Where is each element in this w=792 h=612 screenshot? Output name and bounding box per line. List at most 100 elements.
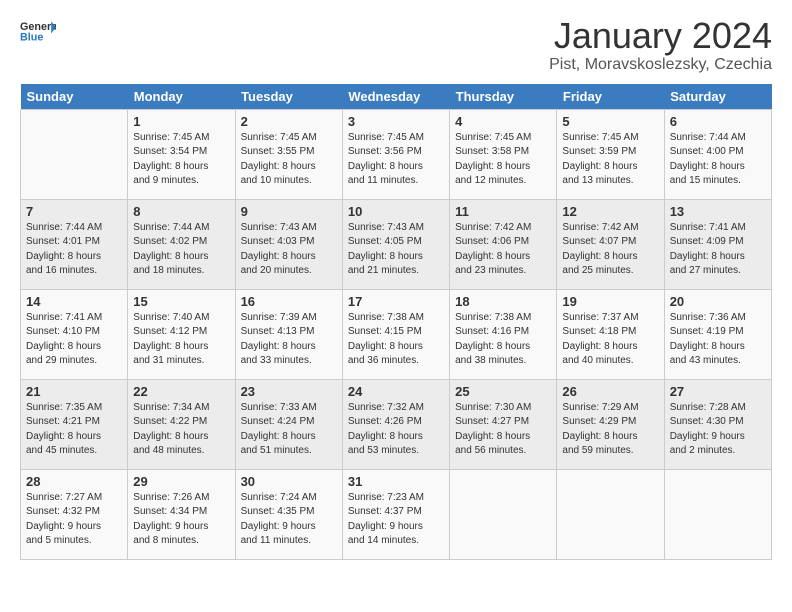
week-row-2: 7 Sunrise: 7:44 AMSunset: 4:01 PMDaylight… <box>21 199 772 289</box>
calendar-cell: 26Sunrise: 7:29 AMSunset: 4:29 PMDayligh… <box>557 379 664 469</box>
day-info: Sunrise: 7:33 AMSunset: 4:24 PMDaylight:… <box>241 401 337 459</box>
week-row-5: 28 Sunrise: 7:27 AMSunset: 4:32 PMDayligh… <box>21 469 772 559</box>
header-friday: Friday <box>557 84 664 110</box>
day-info: Sunrise: 7:23 AMSunset: 4:37 PMDaylight:… <box>348 491 444 549</box>
day-info: Sunrise: 7:44 AMSunset: 4:02 PMDaylight:… <box>133 221 229 279</box>
month-title: January 2024 <box>549 16 772 56</box>
day-info: Sunrise: 7:34 AMSunset: 4:22 PMDaylight:… <box>133 401 229 459</box>
calendar-cell: 3 Sunrise: 7:45 AMSunset: 3:56 PMDaylight… <box>342 109 449 199</box>
week-row-4: 21 Sunrise: 7:35 AMSunset: 4:21 PMDayligh… <box>21 379 772 469</box>
header-thursday: Thursday <box>450 84 557 110</box>
calendar-cell: 24Sunrise: 7:32 AMSunset: 4:26 PMDayligh… <box>342 379 449 469</box>
day-info: Sunrise: 7:36 AMSunset: 4:19 PMDaylight:… <box>670 311 766 369</box>
day-number: 22 <box>133 384 229 399</box>
svg-text:General: General <box>20 21 56 33</box>
calendar-cell: 23Sunrise: 7:33 AMSunset: 4:24 PMDayligh… <box>235 379 342 469</box>
calendar-cell: 6 Sunrise: 7:44 AMSunset: 4:00 PMDaylight… <box>664 109 771 199</box>
day-number: 2 <box>241 114 337 129</box>
header-wednesday: Wednesday <box>342 84 449 110</box>
calendar-cell: 27Sunrise: 7:28 AMSunset: 4:30 PMDayligh… <box>664 379 771 469</box>
day-number: 17 <box>348 294 444 309</box>
day-number: 10 <box>348 204 444 219</box>
day-info: Sunrise: 7:30 AMSunset: 4:27 PMDaylight:… <box>455 401 551 459</box>
day-info: Sunrise: 7:26 AMSunset: 4:34 PMDaylight:… <box>133 491 229 549</box>
calendar-cell: 4 Sunrise: 7:45 AMSunset: 3:58 PMDaylight… <box>450 109 557 199</box>
day-info: Sunrise: 7:42 AMSunset: 4:06 PMDaylight:… <box>455 221 551 279</box>
day-number: 3 <box>348 114 444 129</box>
day-number: 18 <box>455 294 551 309</box>
day-number: 4 <box>455 114 551 129</box>
calendar-cell: 16 Sunrise: 7:39 AMSunset: 4:13 PMDayligh… <box>235 289 342 379</box>
day-number: 21 <box>26 384 122 399</box>
page-header: General Blue January 2024 Pist, Moravsko… <box>20 16 772 74</box>
day-info: Sunrise: 7:45 AMSunset: 3:55 PMDaylight:… <box>241 131 337 189</box>
day-info: Sunrise: 7:41 AMSunset: 4:09 PMDaylight:… <box>670 221 766 279</box>
calendar-cell: 2 Sunrise: 7:45 AMSunset: 3:55 PMDaylight… <box>235 109 342 199</box>
calendar-cell: 25 Sunrise: 7:30 AMSunset: 4:27 PMDayligh… <box>450 379 557 469</box>
day-number: 30 <box>241 474 337 489</box>
calendar-cell: 18 Sunrise: 7:38 AMSunset: 4:16 PMDayligh… <box>450 289 557 379</box>
calendar-cell: 1 Sunrise: 7:45 AMSunset: 3:54 PMDaylight… <box>128 109 235 199</box>
calendar-cell: 13 Sunrise: 7:41 AMSunset: 4:09 PMDayligh… <box>664 199 771 289</box>
day-info: Sunrise: 7:42 AMSunset: 4:07 PMDaylight:… <box>562 221 658 279</box>
calendar-cell <box>21 109 128 199</box>
header-sunday: Sunday <box>21 84 128 110</box>
day-number: 19 <box>562 294 658 309</box>
calendar-cell: 29 Sunrise: 7:26 AMSunset: 4:34 PMDayligh… <box>128 469 235 559</box>
day-info: Sunrise: 7:45 AMSunset: 3:58 PMDaylight:… <box>455 131 551 189</box>
day-info: Sunrise: 7:44 AMSunset: 4:01 PMDaylight:… <box>26 221 122 279</box>
location-title: Pist, Moravskoslezsky, Czechia <box>549 56 772 74</box>
day-info: Sunrise: 7:45 AMSunset: 3:54 PMDaylight:… <box>133 131 229 189</box>
day-info: Sunrise: 7:37 AMSunset: 4:18 PMDaylight:… <box>562 311 658 369</box>
day-number: 20 <box>670 294 766 309</box>
header-tuesday: Tuesday <box>235 84 342 110</box>
calendar-cell: 20 Sunrise: 7:36 AMSunset: 4:19 PMDayligh… <box>664 289 771 379</box>
calendar-cell: 30 Sunrise: 7:24 AMSunset: 4:35 PMDayligh… <box>235 469 342 559</box>
calendar-cell: 21 Sunrise: 7:35 AMSunset: 4:21 PMDayligh… <box>21 379 128 469</box>
day-info: Sunrise: 7:24 AMSunset: 4:35 PMDaylight:… <box>241 491 337 549</box>
calendar-cell: 31 Sunrise: 7:23 AMSunset: 4:37 PMDayligh… <box>342 469 449 559</box>
calendar-cell <box>450 469 557 559</box>
week-row-1: 1 Sunrise: 7:45 AMSunset: 3:54 PMDaylight… <box>21 109 772 199</box>
week-row-3: 14 Sunrise: 7:41 AMSunset: 4:10 PMDayligh… <box>21 289 772 379</box>
day-number: 28 <box>26 474 122 489</box>
day-info: Sunrise: 7:43 AMSunset: 4:03 PMDaylight:… <box>241 221 337 279</box>
day-info: Sunrise: 7:39 AMSunset: 4:13 PMDaylight:… <box>241 311 337 369</box>
calendar-cell: 19 Sunrise: 7:37 AMSunset: 4:18 PMDayligh… <box>557 289 664 379</box>
header-saturday: Saturday <box>664 84 771 110</box>
calendar-cell: 17Sunrise: 7:38 AMSunset: 4:15 PMDayligh… <box>342 289 449 379</box>
day-number: 15 <box>133 294 229 309</box>
calendar-cell: 9 Sunrise: 7:43 AMSunset: 4:03 PMDaylight… <box>235 199 342 289</box>
day-number: 8 <box>133 204 229 219</box>
day-number: 29 <box>133 474 229 489</box>
day-number: 6 <box>670 114 766 129</box>
calendar-cell: 15 Sunrise: 7:40 AMSunset: 4:12 PMDayligh… <box>128 289 235 379</box>
day-info: Sunrise: 7:44 AMSunset: 4:00 PMDaylight:… <box>670 131 766 189</box>
calendar-cell: 8 Sunrise: 7:44 AMSunset: 4:02 PMDaylight… <box>128 199 235 289</box>
header-monday: Monday <box>128 84 235 110</box>
day-number: 25 <box>455 384 551 399</box>
day-number: 7 <box>26 204 122 219</box>
day-info: Sunrise: 7:45 AMSunset: 3:56 PMDaylight:… <box>348 131 444 189</box>
day-info: Sunrise: 7:35 AMSunset: 4:21 PMDaylight:… <box>26 401 122 459</box>
day-number: 11 <box>455 204 551 219</box>
day-info: Sunrise: 7:45 AMSunset: 3:59 PMDaylight:… <box>562 131 658 189</box>
day-info: Sunrise: 7:41 AMSunset: 4:10 PMDaylight:… <box>26 311 122 369</box>
day-number: 9 <box>241 204 337 219</box>
day-info: Sunrise: 7:38 AMSunset: 4:16 PMDaylight:… <box>455 311 551 369</box>
day-number: 1 <box>133 114 229 129</box>
day-info: Sunrise: 7:32 AMSunset: 4:26 PMDaylight:… <box>348 401 444 459</box>
logo: General Blue <box>20 16 56 52</box>
day-info: Sunrise: 7:27 AMSunset: 4:32 PMDaylight:… <box>26 491 122 549</box>
calendar-cell <box>557 469 664 559</box>
day-number: 27 <box>670 384 766 399</box>
day-info: Sunrise: 7:40 AMSunset: 4:12 PMDaylight:… <box>133 311 229 369</box>
day-number: 14 <box>26 294 122 309</box>
svg-text:Blue: Blue <box>20 32 43 44</box>
day-number: 13 <box>670 204 766 219</box>
title-block: January 2024 Pist, Moravskoslezsky, Czec… <box>549 16 772 74</box>
calendar-cell: 5Sunrise: 7:45 AMSunset: 3:59 PMDaylight… <box>557 109 664 199</box>
day-number: 16 <box>241 294 337 309</box>
day-number: 12 <box>562 204 658 219</box>
day-number: 31 <box>348 474 444 489</box>
